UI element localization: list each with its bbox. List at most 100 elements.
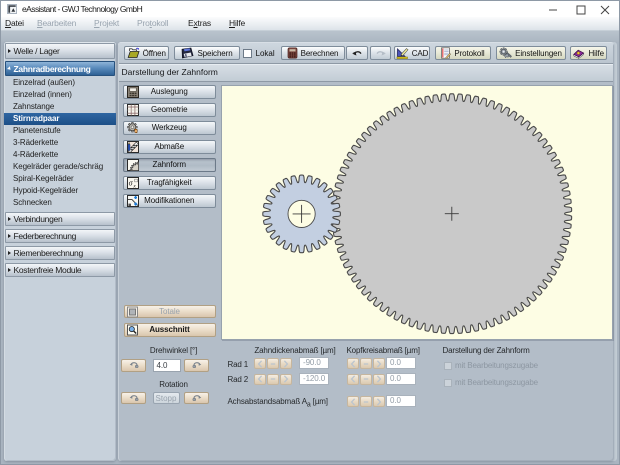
achsabstand-stepper-zero-button[interactable] [360,396,372,407]
kopfkreis-rad1-input[interactable]: 0.0 [386,357,416,369]
achsabstand-stepper-increment-button[interactable] [373,396,385,407]
sidebar-item-einzelrad-innen-[interactable]: Einzelrad (innen) [4,89,116,101]
werkzeug-button[interactable]: Werkzeug [123,121,217,135]
sidebar-section-welle-lager[interactable]: Welle / Lager [5,43,115,59]
rad1-stepper-zero-button[interactable] [267,358,279,369]
undo-button[interactable] [346,46,368,60]
report-button[interactable]: Protokoll [435,46,491,60]
open-button-label: Öffnen [143,49,166,58]
section-title-bar: Darstellung der Zahnform [119,64,613,82]
nav-button-label: Zahnform [124,159,216,171]
sidebar-section-label: Riemenberechnung [14,248,83,258]
auslegung-button[interactable]: Auslegung [123,85,217,99]
drehwinkel-input[interactable]: 4.0 [153,359,181,372]
abma-e-button[interactable]: Abmaße [123,140,217,154]
sidebar-section-label: Federberechnung [14,231,77,241]
sidebar-item-planetenstufe[interactable]: Planetenstufe [4,125,116,137]
stopp-button[interactable]: Stopp [153,392,180,405]
menu-item-bearbeiten[interactable]: Bearbeiten [37,17,76,30]
rotate-ccw-button[interactable] [121,359,146,372]
increment-icon [374,359,384,369]
kopfkreis-rad1-stepper-increment-button[interactable] [373,358,385,369]
sidebar-section-zahnradberechnung[interactable]: Zahnradberechnung [5,61,115,76]
kopfkreis-rad1-stepper-decrement-button[interactable] [347,358,359,369]
bearbeitungszugabe-checkbox-1[interactable] [444,362,452,370]
achsabstand-stepper [347,396,385,407]
decrement-icon [255,374,265,384]
rad1-label: Rad 1 [228,360,249,369]
rad1-input[interactable]: -90.0 [299,357,329,369]
achsabstand-label: Achsabstandsabmaß Aa [µm] [228,397,328,409]
sidebar-section-kostenfreie-module[interactable]: Kostenfreie Module [5,263,115,277]
increment-icon [281,359,291,369]
bearbeitungszugabe-label-1: mit Bearbeitungszugabe [455,361,538,370]
help-button-label: Hilfe [588,49,604,58]
sidebar-item-schnecken[interactable]: Schnecken [4,197,116,209]
rad2-stepper-decrement-button[interactable] [254,374,266,385]
menu-item-hilfe[interactable]: Hilfe [229,17,245,30]
kopfkreis-rad2-input[interactable]: 0.0 [386,373,416,385]
rotation-cw-button[interactable] [184,392,209,405]
totale-button[interactable]: Totale [124,305,216,318]
totale-button-label: Totale [125,307,215,316]
kopfkreis-rad2-stepper-decrement-button[interactable] [347,374,359,385]
sidebar-item-list: Einzelrad (außen)Einzelrad (innen)Zahnst… [4,77,116,209]
sidebar-section-federberechnung[interactable]: Federberechnung [5,229,115,243]
sidebar-item-zahnstange[interactable]: Zahnstange [4,101,116,113]
menu-item-projekt[interactable]: Projekt [94,17,119,30]
expanded-triangle-icon [7,66,12,71]
settings-button[interactable]: Einstellungen [496,46,566,60]
zero-icon [361,374,371,384]
tragf-higkeit-button[interactable]: σxTragfähigkeit [123,176,217,190]
calculate-button[interactable]: Berechnen [281,46,345,60]
kopfkreis-rad1-stepper-zero-button[interactable] [360,358,372,369]
modifikationen-button[interactable]: Modifikationen [123,194,217,208]
sidebar-item-4-räderkette[interactable]: 4-Räderkette [4,149,116,161]
section-title: Darstellung der Zahnform [122,64,218,80]
ausschnitt-button[interactable]: Ausschnitt [124,323,216,337]
geometrie-button[interactable]: Geometrie [123,103,217,117]
bearbeitungszugabe-checkbox-2[interactable] [444,379,452,387]
sidebar-item-spiral-kegelräder[interactable]: Spiral-Kegelräder [4,173,116,185]
sidebar-section-verbindungen[interactable]: Verbindungen [5,212,115,226]
sidebar-item-stirnradpaar[interactable]: Stirnradpaar [4,113,116,125]
minimize-button[interactable] [539,1,567,18]
window-title: eAssistant - GWJ Technology GmbH [22,1,142,17]
menu-item-protokoll[interactable]: Protokoll [137,17,168,30]
sidebar-item-einzelrad-außen-[interactable]: Einzelrad (außen) [4,77,116,89]
sidebar-section-label: Welle / Lager [14,46,60,56]
title-bar: eAssistant - GWJ Technology GmbH [1,1,619,17]
achsabstand-stepper-decrement-button[interactable] [347,396,359,407]
collapsed-triangle-icon [8,268,11,272]
close-button[interactable] [591,1,619,18]
redo-button[interactable] [370,46,391,60]
zahnform-button[interactable]: Zahnform [123,158,217,172]
rad2-stepper-zero-button[interactable] [267,374,279,385]
rotation-ccw-button[interactable] [121,392,146,405]
achsabstand-input[interactable]: 0.0 [386,395,416,407]
zero-icon [361,397,371,407]
sidebar-item-3-räderkette[interactable]: 3-Räderkette [4,137,116,149]
rad2-label: Rad 2 [228,375,249,384]
toolbar: Öffnen Speichern Lokal [119,43,613,64]
rad2-stepper-increment-button[interactable] [280,374,292,385]
cad-icon [396,47,409,59]
menu-item-datei[interactable]: Datei [5,17,24,30]
save-button[interactable]: Speichern [174,46,240,60]
rad1-stepper-decrement-button[interactable] [254,358,266,369]
help-button[interactable]: Hilfe [570,46,607,60]
menu-item-extras[interactable]: Extras [188,17,211,30]
kopfkreis-rad1-stepper [347,358,385,369]
sidebar-item-hypoid-kegelräder[interactable]: Hypoid-Kegelräder [4,185,116,197]
kopfkreis-rad2-stepper-increment-button[interactable] [373,374,385,385]
kopfkreis-rad2-stepper-zero-button[interactable] [360,374,372,385]
local-checkbox[interactable] [243,49,252,58]
sidebar-item-kegelräder-gerade-schräg[interactable]: Kegelräder gerade/schräg [4,161,116,173]
rotate-cw-button[interactable] [184,359,209,372]
open-button[interactable]: Öffnen [124,46,170,60]
rad1-stepper-increment-button[interactable] [280,358,292,369]
nav-button-label: Geometrie [124,104,216,116]
cad-button[interactable]: CAD [394,46,430,60]
sidebar-section-riemenberechnung[interactable]: Riemenberechnung [5,246,115,260]
rad2-input[interactable]: -120.0 [299,373,329,385]
